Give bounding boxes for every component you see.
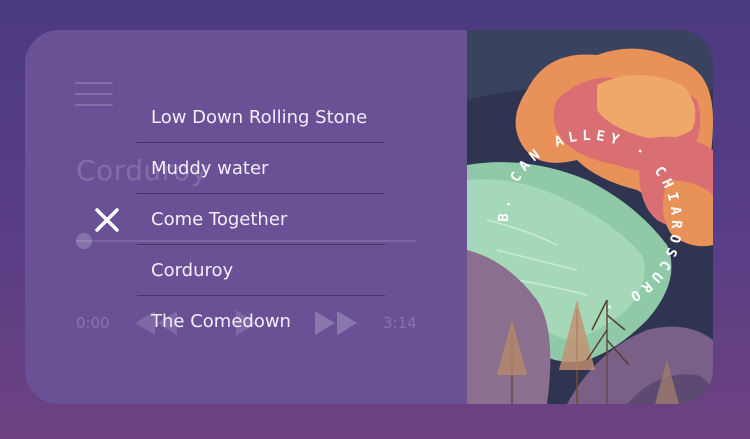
track-label: Corduroy [151, 259, 234, 281]
track-label: The Comedown [151, 310, 291, 332]
time-elapsed: 0:00 [76, 314, 110, 332]
track-label: Low Down Rolling Stone [151, 106, 368, 128]
progress-knob[interactable] [76, 233, 92, 249]
menu-icon[interactable] [75, 82, 113, 106]
playlist: Low Down Rolling Stone Muddy water Come … [137, 92, 385, 346]
album-art: B. CAN ALLEY · CHIAROSCURO · [467, 30, 713, 404]
time-total: 3:14 [383, 314, 417, 332]
playlist-item[interactable]: Muddy water [137, 143, 385, 194]
playlist-item[interactable]: Low Down Rolling Stone [137, 92, 385, 143]
playlist-item[interactable]: Come Together [137, 194, 385, 245]
playlist-item[interactable]: Corduroy [137, 245, 385, 296]
track-label: Muddy water [151, 157, 269, 179]
playlist-item[interactable]: The Comedown [137, 296, 385, 346]
close-icon[interactable] [93, 206, 121, 234]
track-label: Come Together [151, 208, 288, 230]
player-panel: Corduroy 0:00 3:14 Low Down Rolling Ston… [25, 30, 467, 404]
player-card: Corduroy 0:00 3:14 Low Down Rolling Ston… [25, 30, 713, 404]
